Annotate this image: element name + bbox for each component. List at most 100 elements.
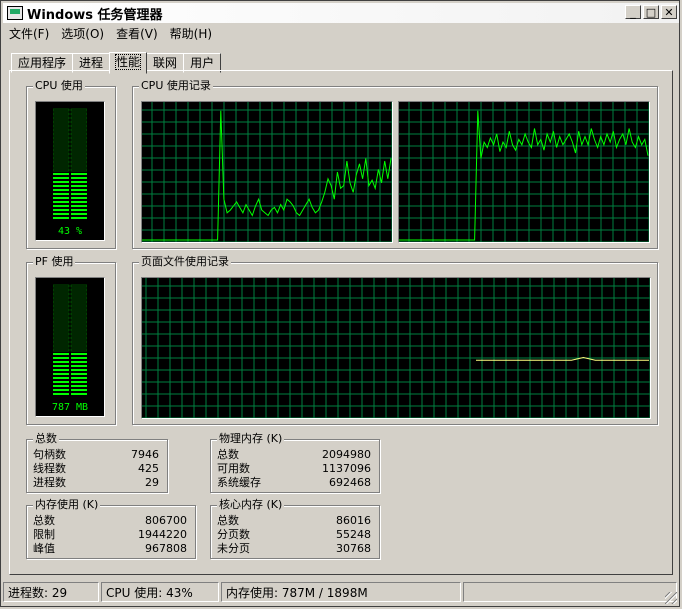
meter-segment-lit	[53, 213, 69, 215]
meter-segment-unlit	[70, 336, 87, 340]
meter-segment-lit	[71, 381, 87, 383]
meter-segment-unlit	[53, 340, 70, 344]
meter-segment-unlit	[53, 120, 70, 124]
meter-segment-unlit	[53, 348, 70, 352]
stat-name: 总数	[217, 514, 239, 527]
meter-segment-unlit	[53, 164, 70, 168]
meter-segment-lit	[53, 381, 69, 383]
maximize-button[interactable]: □	[643, 5, 659, 19]
meter-segment-unlit	[53, 112, 70, 116]
meter-segment-unlit	[53, 292, 70, 296]
meter-segment-unlit	[70, 144, 87, 148]
meter-segment-unlit	[70, 344, 87, 348]
meter-segment-lit	[53, 197, 69, 199]
meter-segment-unlit	[53, 128, 70, 132]
title-bar[interactable]: Windows 任务管理器 _ □ ✕	[3, 3, 679, 23]
status-processes: 进程数: 29	[3, 582, 99, 602]
meter-segment-unlit	[53, 136, 70, 140]
meter-segment-lit	[71, 365, 87, 367]
resize-grip[interactable]	[665, 592, 677, 604]
tab-performance[interactable]: 性能	[109, 52, 148, 74]
stat-row: 总数 806700	[33, 514, 187, 528]
stat-value: 55248	[336, 528, 371, 541]
totals-group: 总数 句柄数 7946 线程数 425 进程数 29	[26, 432, 168, 493]
physical-memory-group: 物理内存 (K) 总数 2094980 可用数 1137096 系统缓存 692468	[210, 432, 380, 493]
stat-row: 线程数 425	[33, 462, 159, 476]
menu-bar: 文件(F) 选项(O) 查看(V) 帮助(H)	[3, 24, 218, 44]
menu-file[interactable]: 文件(F)	[3, 24, 55, 44]
meter-segment-unlit	[70, 312, 87, 316]
menu-help[interactable]: 帮助(H)	[164, 24, 218, 44]
meter-segment-unlit	[70, 340, 87, 344]
meter-segment-unlit	[53, 168, 70, 172]
meter-segment-unlit	[53, 116, 70, 120]
pf-history-chart	[142, 278, 651, 419]
meter-segment-unlit	[53, 304, 70, 308]
meter-segment-unlit	[53, 148, 70, 152]
cpu-history-label: CPU 使用记录	[139, 79, 213, 93]
cpu-usage-label: CPU 使用	[33, 79, 85, 93]
stat-name: 总数	[33, 514, 55, 527]
tab-processes-label: 进程	[79, 56, 104, 70]
task-manager-icon	[7, 6, 23, 20]
close-button[interactable]: ✕	[661, 5, 677, 19]
meter-segment-lit	[53, 189, 69, 191]
pf-usage-label: PF 使用	[33, 255, 76, 269]
cpu-history-chart-core-2	[399, 102, 650, 243]
meter-segment-lit	[71, 353, 87, 355]
tab-networking-label: 联网	[153, 56, 178, 70]
status-cpu: CPU 使用: 43%	[101, 582, 219, 602]
meter-segment-lit	[71, 393, 87, 395]
meter-segment-unlit	[53, 152, 70, 156]
meter-segment-lit	[71, 361, 87, 363]
stat-name: 总数	[217, 448, 239, 461]
meter-segment-lit	[71, 377, 87, 379]
meter-segment-unlit	[70, 112, 87, 116]
meter-segment-lit	[71, 213, 87, 215]
meter-segment-lit	[53, 393, 69, 395]
stat-value: 425	[138, 462, 159, 475]
meter-segment-lit	[71, 357, 87, 359]
stat-name: 可用数	[217, 462, 250, 475]
meter-segment-lit	[71, 209, 87, 211]
stat-value: 806700	[145, 514, 187, 527]
meter-segment-lit	[71, 181, 87, 183]
minimize-button[interactable]: _	[625, 5, 641, 19]
menu-options[interactable]: 选项(O)	[55, 24, 110, 44]
meter-segment-lit	[53, 373, 69, 375]
stat-value: 1944220	[138, 528, 187, 541]
meter-segment-unlit	[70, 304, 87, 308]
status-bar: 进程数: 29 CPU 使用: 43% 内存使用: 787M / 1898M	[3, 582, 679, 604]
meter-segment-unlit	[70, 140, 87, 144]
stat-row: 可用数 1137096	[217, 462, 371, 476]
series-line	[142, 110, 392, 241]
meter-segment-unlit	[70, 316, 87, 320]
meter-segment-unlit	[53, 108, 70, 112]
cpu-usage-group: CPU 使用 43 %	[26, 79, 116, 249]
meter-segment-lit	[53, 209, 69, 211]
meter-segment-unlit	[70, 164, 87, 168]
stat-row: 句柄数 7946	[33, 448, 159, 462]
menu-view[interactable]: 查看(V)	[110, 24, 164, 44]
stat-name: 句柄数	[33, 448, 66, 461]
commit-charge-label: 内存使用 (K)	[33, 498, 101, 512]
meter-segment-unlit	[53, 316, 70, 320]
meter-segment-lit	[71, 185, 87, 187]
pf-history-group: 页面文件使用记录	[132, 255, 658, 425]
meter-segment-unlit	[53, 124, 70, 128]
pf-meter-bars	[53, 284, 87, 395]
meter-segment-unlit	[53, 156, 70, 160]
meter-segment-unlit	[70, 308, 87, 312]
meter-segment-lit	[71, 177, 87, 179]
stat-row: 未分页 30768	[217, 542, 371, 556]
meter-segment-unlit	[53, 296, 70, 300]
meter-segment-lit	[53, 389, 69, 391]
tab-users-label: 用户	[190, 56, 215, 70]
meter-segment-unlit	[70, 152, 87, 156]
meter-segment-lit	[53, 369, 69, 371]
meter-segment-unlit	[70, 320, 87, 324]
meter-segment-lit	[71, 173, 87, 175]
stat-row: 峰值 967808	[33, 542, 187, 556]
meter-segment-lit	[53, 217, 69, 219]
meter-segment-unlit	[70, 160, 87, 164]
